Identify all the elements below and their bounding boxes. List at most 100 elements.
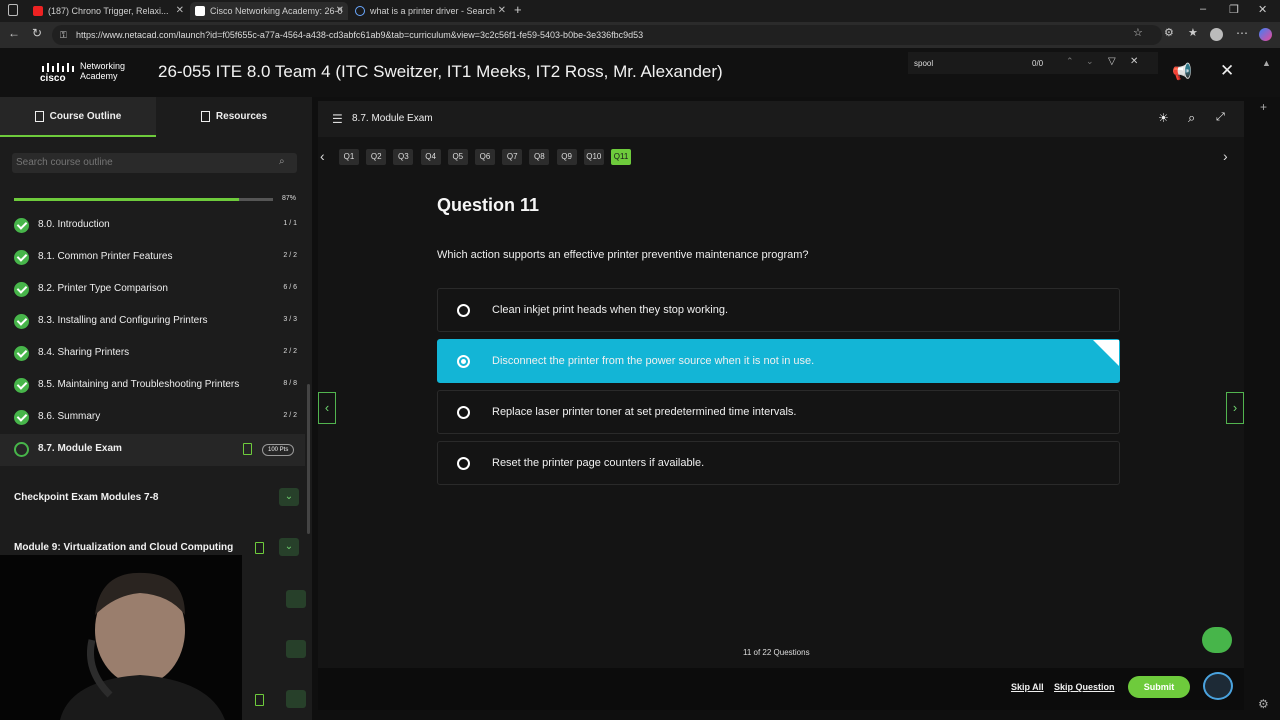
tab-title: what is a printer driver - Search (370, 6, 496, 16)
new-tab-button[interactable]: + (514, 2, 522, 17)
progress-bar (14, 198, 273, 201)
find-input[interactable]: spool (914, 59, 933, 68)
points-badge: 100 Pts (262, 444, 295, 456)
scrollbar-up-icon[interactable]: ▲ (1262, 58, 1271, 68)
favorites-icon[interactable]: ☆ (1133, 26, 1143, 39)
lesson-item[interactable]: 8.3. Installing and Configuring Printers… (0, 306, 305, 338)
find-count: 0/0 (1032, 59, 1044, 68)
tab-question[interactable]: Q6 (475, 149, 495, 165)
radio-icon[interactable] (457, 457, 470, 470)
url-field[interactable]: ⚿ https://www.netacad.com/launch?id=f05f… (52, 25, 1162, 45)
menu-dots-icon[interactable]: ⋯ (1236, 26, 1248, 40)
close-icon[interactable]: ✕ (176, 2, 184, 20)
logo-brand: cisco (40, 73, 66, 84)
lesson-item[interactable]: 8.0. Introduction 1 / 1 (0, 210, 305, 242)
lesson-item[interactable]: 8.4. Sharing Printers 2 / 2 (0, 338, 305, 370)
chevron-down-icon[interactable] (286, 690, 306, 708)
check-icon (14, 346, 29, 361)
browser-tab-netacad[interactable]: Cisco Networking Academy: 26-0 ✕ (190, 2, 348, 20)
menu-icon[interactable]: ☰ (332, 112, 343, 126)
clipboard-fab-icon[interactable] (1202, 627, 1232, 653)
check-icon (14, 410, 29, 425)
module-row[interactable]: Checkpoint Exam Modules 7-8 ⌄ (0, 479, 305, 519)
sidebar-scrollbar[interactable] (307, 384, 310, 534)
lesson-item[interactable]: 8.1. Common Printer Features 2 / 2 (0, 242, 305, 274)
search-outline-input[interactable] (12, 153, 297, 173)
settings-gear-icon[interactable]: ⚙ (1258, 697, 1269, 711)
chevron-down-icon[interactable] (286, 640, 306, 658)
prev-question-arrow-icon[interactable]: ‹ (320, 148, 325, 164)
exam-panel: ☰ 8.7. Module Exam ☀ ⌕ ⤢ ‹ Q1 Q2 Q3 Q4 Q5 Q6 Q… (318, 101, 1244, 710)
tab-question[interactable]: Q7 (502, 149, 523, 165)
tab-question[interactable]: Q1 (339, 149, 359, 165)
youtube-icon (33, 6, 43, 16)
tab-question[interactable]: Q4 (420, 149, 441, 165)
answer-option[interactable]: Reset the printer page counters if avail… (437, 441, 1120, 485)
webcam-person-image (0, 555, 242, 720)
browser-tab-youtube[interactable]: (187) Chrono Trigger, Relaxi... ✕ (28, 2, 188, 20)
add-sidebar-icon[interactable]: + (1260, 100, 1267, 114)
skip-all-link[interactable]: Skip All (1011, 682, 1044, 692)
progress-label: 87% (282, 195, 297, 202)
option-text: Disconnect the printer from the power so… (492, 355, 815, 367)
answer-option[interactable]: Replace laser printer toner at set prede… (437, 390, 1120, 434)
tab-course-outline[interactable]: Course Outline (0, 97, 156, 137)
answer-option[interactable]: Clean inkjet print heads when they stop … (437, 288, 1120, 332)
radio-icon[interactable] (457, 304, 470, 317)
lesson-item-current[interactable]: 8.7. Module Exam 100 Pts (0, 434, 305, 466)
site-info-icon[interactable]: ⚿ (60, 25, 67, 45)
lesson-item[interactable]: 8.5. Maintaining and Troubleshooting Pri… (0, 370, 305, 402)
chevron-down-icon[interactable] (286, 590, 306, 608)
lesson-item[interactable]: 8.2. Printer Type Comparison 6 / 6 (0, 274, 305, 306)
filter-icon[interactable]: ▽ (1108, 56, 1116, 67)
chat-assistant-icon[interactable] (1203, 672, 1233, 700)
tab-question[interactable]: Q11 (611, 149, 631, 165)
next-question-arrow-icon[interactable]: › (1223, 148, 1228, 164)
left-nav-arrow[interactable]: ‹ (318, 392, 336, 424)
tab-question[interactable]: Q8 (529, 149, 550, 165)
chevron-down-icon[interactable]: ⌄ (279, 488, 299, 506)
selected-corner-fold (1093, 340, 1119, 366)
window-menu-icon[interactable] (8, 4, 18, 16)
tab-resources[interactable]: Resources (156, 97, 312, 137)
skip-question-link[interactable]: Skip Question (1054, 682, 1115, 692)
tab-question[interactable]: Q2 (366, 149, 387, 165)
copilot-icon[interactable] (1259, 28, 1272, 41)
browser-tab-search[interactable]: what is a printer driver - Search ✕ (350, 2, 510, 20)
close-icon[interactable]: ✕ (498, 2, 506, 20)
refresh-icon[interactable]: ↻ (32, 26, 42, 40)
window-close-icon[interactable]: ✕ (1258, 3, 1267, 16)
minimize-icon[interactable]: – (1200, 3, 1206, 15)
maximize-icon[interactable]: ❐ (1229, 3, 1239, 16)
answer-option-selected[interactable]: Disconnect the printer from the power so… (437, 339, 1120, 383)
submit-button[interactable]: Submit (1128, 676, 1190, 698)
expand-icon[interactable]: ⤢ (1216, 111, 1225, 124)
lesson-name: 8.2. Printer Type Comparison (38, 283, 168, 294)
lesson-name: 8.5. Maintaining and Troubleshooting Pri… (38, 379, 240, 390)
radio-icon[interactable] (457, 406, 470, 419)
find-down-icon[interactable]: ⌄ (1086, 56, 1094, 67)
search-icon[interactable]: ⌕ (1188, 110, 1195, 126)
search-icon[interactable]: ⌕ (279, 156, 285, 167)
radio-selected-icon[interactable] (457, 355, 470, 368)
find-up-icon[interactable]: ⌃ (1066, 56, 1074, 67)
brightness-icon[interactable]: ☀ (1158, 111, 1169, 125)
exam-footer: Skip All Skip Question Submit (318, 668, 1244, 710)
chevron-down-icon[interactable]: ⌄ (279, 538, 299, 556)
announcements-icon[interactable]: 📢 (1172, 62, 1192, 82)
check-icon (14, 218, 29, 233)
find-close-icon[interactable]: ✕ (1130, 56, 1138, 67)
tab-question[interactable]: Q9 (556, 149, 577, 165)
extensions-icon[interactable]: ⚙ (1164, 26, 1174, 39)
outline-icon (34, 110, 44, 122)
close-course-icon[interactable]: ✕ (1220, 61, 1234, 81)
tab-question[interactable]: Q10 (583, 149, 604, 165)
tab-question[interactable]: Q5 (447, 149, 468, 165)
right-nav-arrow[interactable]: › (1226, 392, 1244, 424)
back-icon[interactable]: ← (8, 26, 20, 40)
profile-avatar[interactable] (1210, 28, 1223, 41)
close-icon[interactable]: ✕ (336, 2, 344, 20)
collections-icon[interactable]: ★ (1188, 26, 1198, 39)
tab-question[interactable]: Q3 (393, 149, 414, 165)
lesson-item[interactable]: 8.6. Summary 2 / 2 (0, 402, 305, 434)
